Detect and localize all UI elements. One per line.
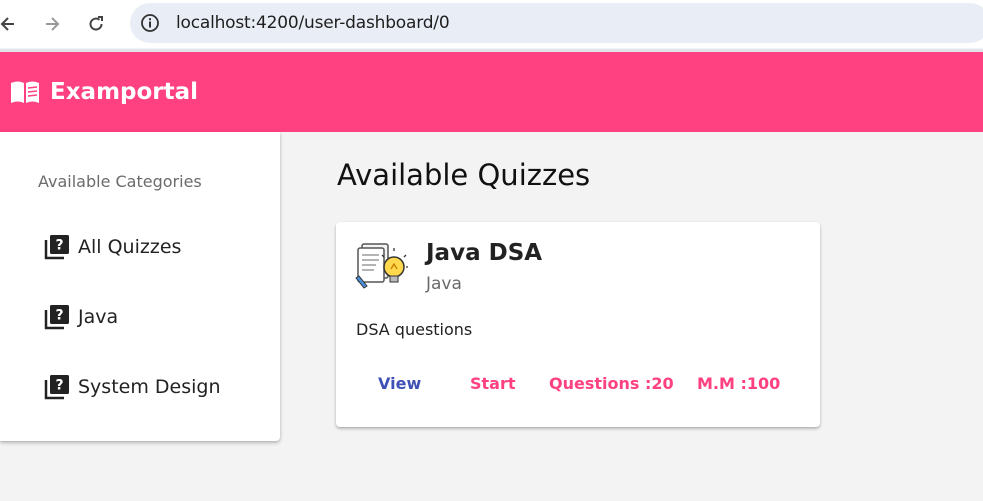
- page-title: Available Quizzes: [337, 158, 591, 192]
- menu-book-icon: [11, 81, 39, 103]
- address-bar[interactable]: localhost:4200/user-dashboard/0: [130, 3, 983, 43]
- sidebar-item-all-quizzes[interactable]: ? All Quizzes: [44, 227, 181, 267]
- quiz-description: DSA questions: [356, 320, 473, 339]
- forward-button[interactable]: [36, 8, 68, 40]
- url-text: localhost:4200/user-dashboard/0: [176, 13, 450, 33]
- quiz-category: Java: [426, 274, 462, 294]
- sidebar-item-label: System Design: [78, 376, 221, 398]
- info-icon[interactable]: [140, 13, 160, 33]
- quiz-card: Java DSA Java DSA questions View Start Q…: [336, 222, 820, 427]
- start-button[interactable]: Start: [470, 366, 516, 402]
- brand-title[interactable]: Examportal: [50, 79, 198, 105]
- sidebar-item-label: All Quizzes: [78, 236, 182, 258]
- sidebar-item-java[interactable]: ? Java: [44, 297, 118, 337]
- sidebar-subheader: Available Categories: [38, 172, 202, 191]
- sidebar-item-label: Java: [78, 306, 119, 328]
- questions-count-button[interactable]: Questions :20: [549, 366, 674, 402]
- categories-sidebar: Available Categories ? All Quizzes ? Jav…: [0, 132, 280, 441]
- arrow-left-icon: [0, 17, 14, 31]
- reload-button[interactable]: [80, 8, 112, 40]
- browser-toolbar: localhost:4200/user-dashboard/0: [0, 0, 983, 48]
- quiz-idea-icon: [355, 243, 408, 289]
- max-marks-button[interactable]: M.M :100: [697, 366, 780, 402]
- back-button[interactable]: [0, 8, 24, 40]
- arrow-right-icon: [46, 17, 60, 31]
- view-button[interactable]: View: [378, 366, 421, 402]
- sidebar-item-system-design[interactable]: ? System Design: [44, 367, 221, 407]
- svg-text:?: ?: [55, 308, 63, 324]
- svg-text:?: ?: [55, 238, 63, 254]
- quiz-title: Java DSA: [426, 240, 543, 266]
- app-header: Examportal: [0, 52, 983, 132]
- quiz-icon: ?: [44, 305, 69, 330]
- quiz-icon: ?: [44, 375, 69, 400]
- svg-text:?: ?: [55, 378, 63, 394]
- quiz-icon: ?: [44, 235, 69, 260]
- reload-icon: [89, 16, 103, 31]
